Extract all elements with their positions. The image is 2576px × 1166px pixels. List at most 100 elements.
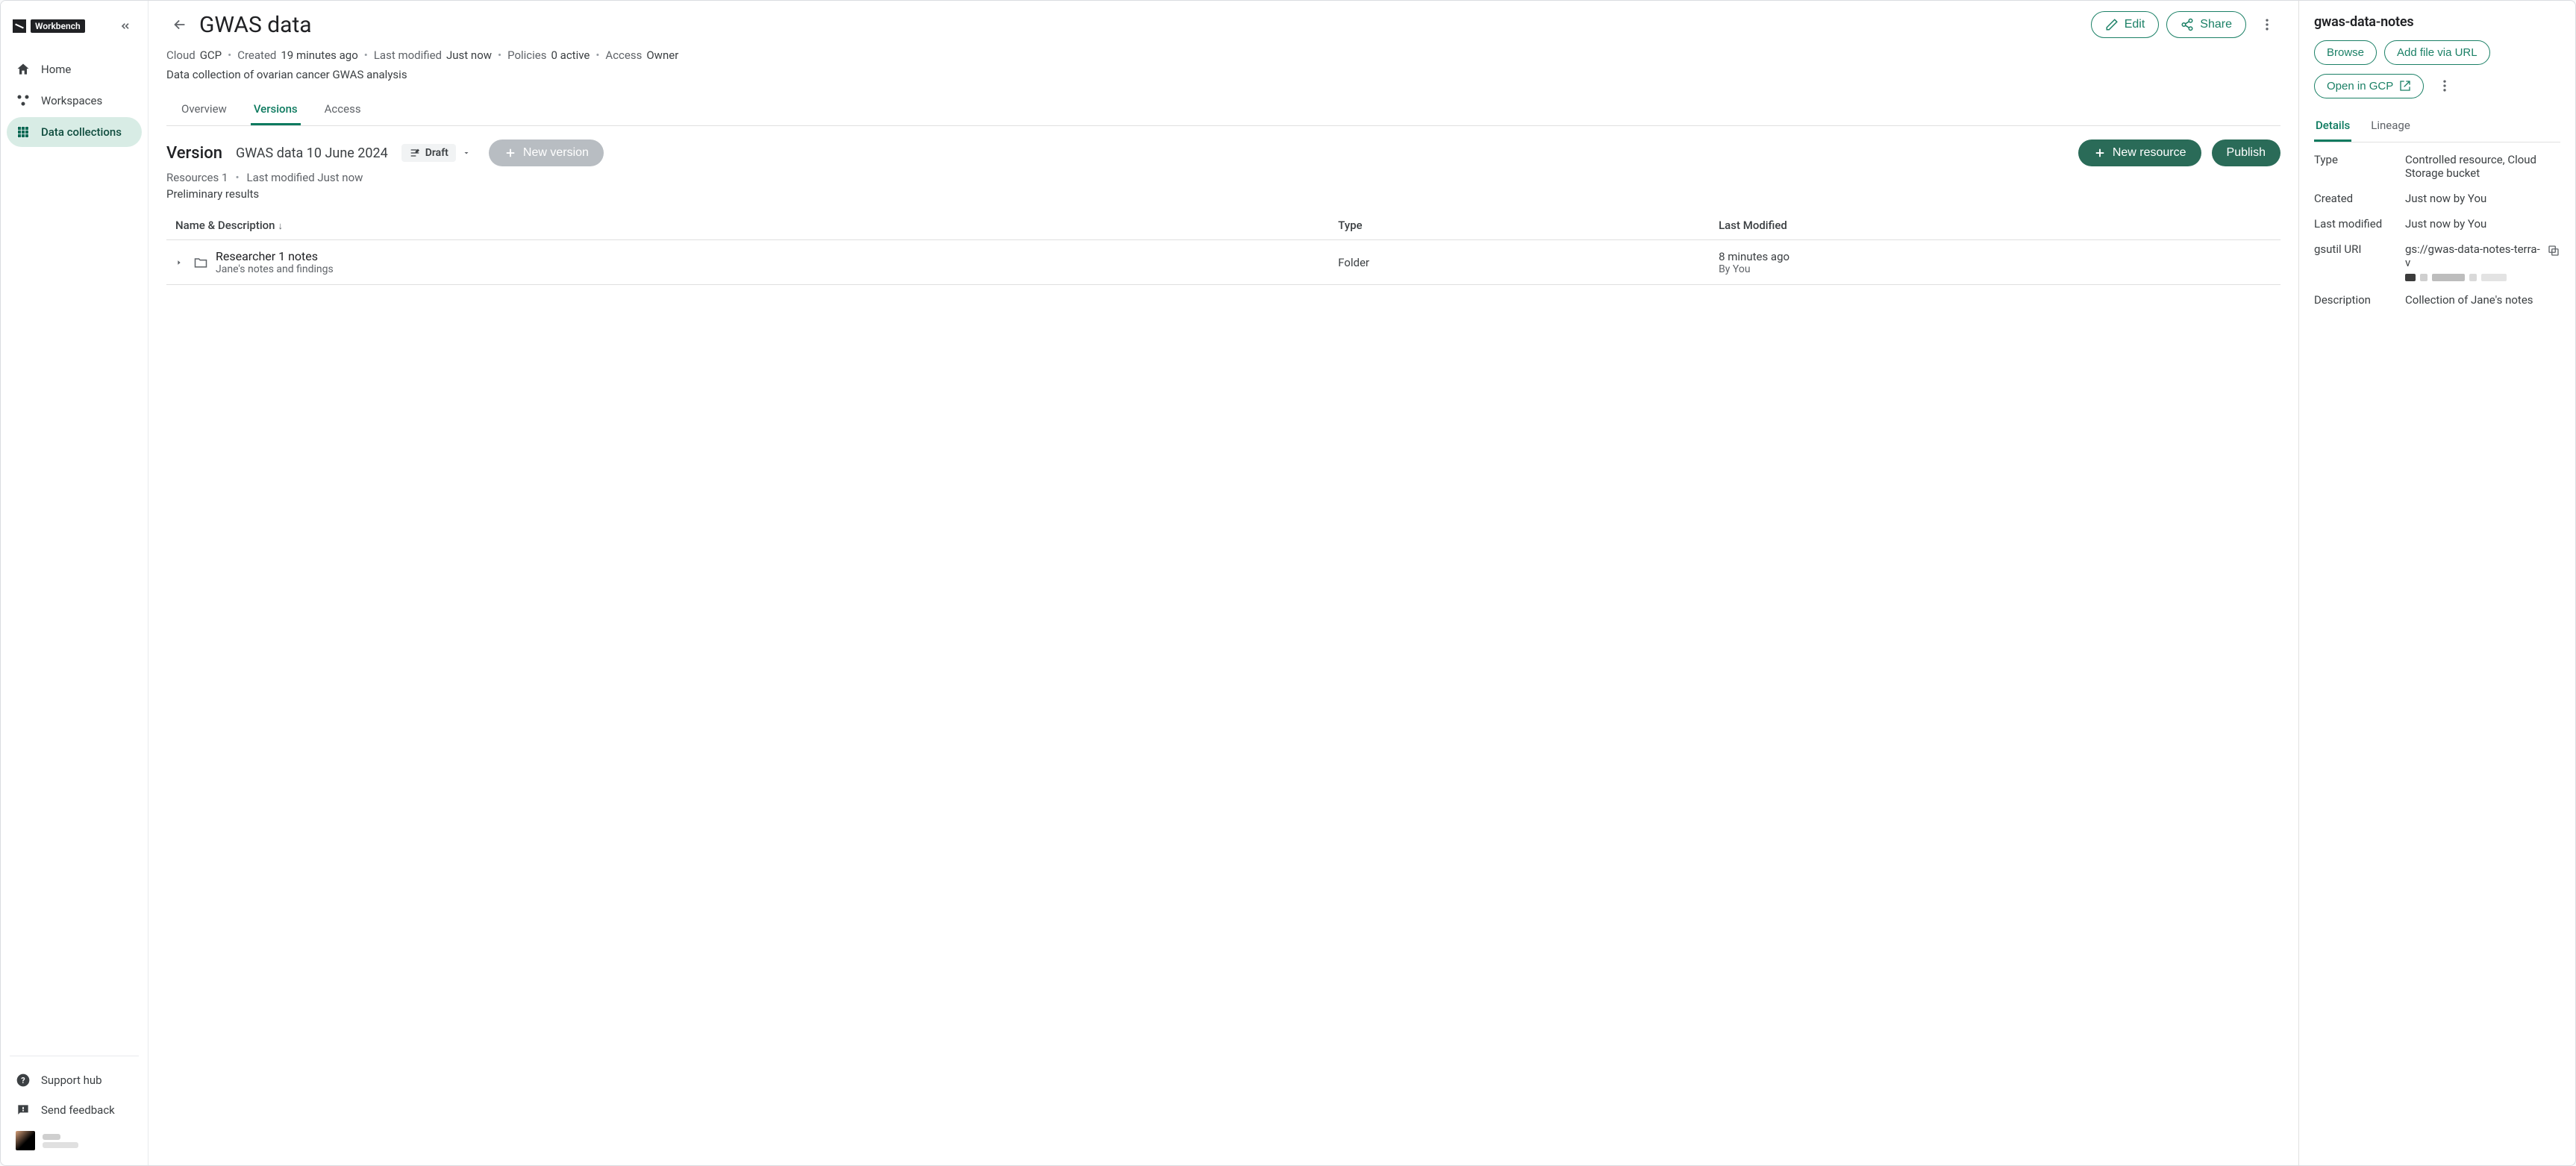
draft-icon: [409, 147, 421, 159]
plus-icon: [504, 146, 517, 160]
sidebar: Workbench Home Workspaces: [1, 1, 149, 1165]
detail-modified-value: Just now by You: [2405, 217, 2560, 231]
column-modified[interactable]: Last Modified: [1710, 211, 2280, 240]
detail-desc-label: Description: [2314, 293, 2396, 307]
brand-logo-icon: [13, 19, 26, 33]
panel-tabs: Details Lineage: [2314, 111, 2560, 142]
version-dropdown-button[interactable]: [457, 148, 475, 157]
sidebar-item-label: Send feedback: [41, 1103, 115, 1117]
table-grid-icon: [16, 125, 31, 140]
sidebar-item-send-feedback[interactable]: Send feedback: [7, 1095, 142, 1125]
row-modified-time: 8 minutes ago: [1719, 250, 2272, 263]
sidebar-collapse-button[interactable]: [115, 16, 136, 37]
feedback-icon: [16, 1103, 31, 1118]
version-modified-label: Last modified: [247, 171, 315, 184]
detail-created-value: Just now by You: [2405, 192, 2560, 205]
row-type: Folder: [1329, 240, 1710, 285]
detail-desc-value: Collection of Jane's notes: [2405, 293, 2560, 307]
header-metadata: CloudGCP • Created19 minutes ago • Last …: [166, 48, 2280, 62]
folder-icon: [193, 255, 208, 270]
version-name: GWAS data 10 June 2024: [236, 145, 388, 161]
expand-row-button[interactable]: [175, 259, 186, 266]
dots-vertical-icon: [2260, 17, 2275, 32]
svg-text:?: ?: [21, 1076, 25, 1085]
primary-nav: Home Workspaces Data collections: [7, 54, 142, 147]
browse-button[interactable]: Browse: [2314, 40, 2377, 65]
detail-modified-label: Last modified: [2314, 217, 2396, 231]
version-metadata: Resources 1 • Last modified Just now: [149, 171, 2298, 184]
version-heading: Version: [166, 144, 222, 163]
meta-access-value: Owner: [646, 48, 678, 62]
sidebar-item-home[interactable]: Home: [7, 54, 142, 84]
draft-chip[interactable]: Draft: [401, 144, 456, 162]
new-resource-button[interactable]: New resource: [2078, 140, 2201, 166]
overflow-menu-button[interactable]: [2254, 11, 2280, 38]
version-modified-value: Just now: [317, 171, 363, 184]
content-tabs: Overview Versions Access: [166, 95, 2280, 126]
panel-overflow-button[interactable]: [2431, 72, 2458, 99]
meta-cloud-label: Cloud: [166, 48, 196, 62]
workspaces-icon: [16, 93, 31, 108]
sidebar-item-data-collections[interactable]: Data collections: [7, 117, 142, 147]
chevron-double-left-icon: [119, 20, 131, 32]
column-type[interactable]: Type: [1329, 211, 1710, 240]
dots-vertical-icon: [2437, 78, 2452, 93]
share-button[interactable]: Share: [2166, 11, 2246, 38]
detail-created-label: Created: [2314, 192, 2396, 205]
panel-tab-lineage[interactable]: Lineage: [2369, 111, 2412, 142]
tab-overview[interactable]: Overview: [178, 95, 230, 125]
column-name[interactable]: Name & Description↓: [166, 211, 1329, 240]
row-modified-by: By You: [1719, 263, 2272, 275]
meta-modified-label: Last modified: [374, 48, 442, 62]
brand-name: Workbench: [31, 19, 85, 33]
sidebar-item-support-hub[interactable]: ? Support hub: [7, 1065, 142, 1095]
collection-description: Data collection of ovarian cancer GWAS a…: [166, 68, 2280, 81]
help-icon: ?: [16, 1073, 31, 1088]
copy-icon: [2547, 244, 2560, 257]
panel-tab-details[interactable]: Details: [2314, 111, 2351, 142]
draft-chip-label: Draft: [425, 147, 448, 159]
version-description: Preliminary results: [149, 184, 2298, 211]
add-file-url-button[interactable]: Add file via URL: [2384, 40, 2490, 65]
pencil-icon: [2105, 18, 2119, 31]
new-version-button[interactable]: New version: [489, 140, 604, 166]
share-icon: [2180, 18, 2194, 31]
sidebar-item-label: Support hub: [41, 1073, 102, 1087]
details-panel: gwas-data-notes Browse Add file via URL …: [2299, 1, 2575, 1165]
sidebar-item-workspaces[interactable]: Workspaces: [7, 86, 142, 116]
detail-type-label: Type: [2314, 153, 2396, 180]
copy-uri-button[interactable]: [2547, 242, 2560, 257]
resources-label: Resources: [166, 171, 219, 184]
meta-access-label: Access: [605, 48, 642, 62]
new-version-label: New version: [523, 146, 589, 160]
tab-versions[interactable]: Versions: [251, 95, 301, 125]
meta-policies-value: 0 active: [551, 48, 590, 62]
sort-down-icon: ↓: [278, 221, 284, 232]
detail-type-value: Controlled resource, Cloud Storage bucke…: [2405, 153, 2560, 180]
row-description: Jane's notes and findings: [216, 263, 334, 275]
table-row[interactable]: Researcher 1 notes Jane's notes and find…: [166, 240, 2280, 285]
meta-cloud-value: GCP: [200, 48, 222, 62]
sidebar-item-label: Workspaces: [41, 94, 102, 107]
sidebar-item-label: Home: [41, 63, 71, 76]
back-button[interactable]: [166, 11, 193, 38]
page-title: GWAS data: [199, 12, 312, 38]
edit-label: Edit: [2125, 18, 2145, 31]
detail-uri-label: gsutil URI: [2314, 242, 2396, 281]
open-in-gcp-button[interactable]: Open in GCP: [2314, 74, 2424, 98]
edit-button[interactable]: Edit: [2091, 11, 2160, 38]
caret-down-icon: [462, 148, 471, 157]
detail-uri-value: gs://gwas-data-notes-terra-v: [2405, 242, 2541, 269]
meta-created-label: Created: [237, 48, 276, 62]
publish-label: Publish: [2227, 146, 2266, 160]
publish-button[interactable]: Publish: [2212, 140, 2280, 166]
user-text-redacted: [43, 1134, 78, 1148]
user-row[interactable]: [7, 1125, 142, 1156]
share-label: Share: [2200, 18, 2232, 31]
resources-table: Name & Description↓ Type Last Modified: [166, 211, 2280, 285]
tab-access[interactable]: Access: [322, 95, 364, 125]
brand[interactable]: Workbench: [13, 19, 85, 33]
caret-right-icon: [175, 259, 183, 266]
panel-title: gwas-data-notes: [2314, 14, 2560, 30]
row-name: Researcher 1 notes: [216, 249, 334, 263]
